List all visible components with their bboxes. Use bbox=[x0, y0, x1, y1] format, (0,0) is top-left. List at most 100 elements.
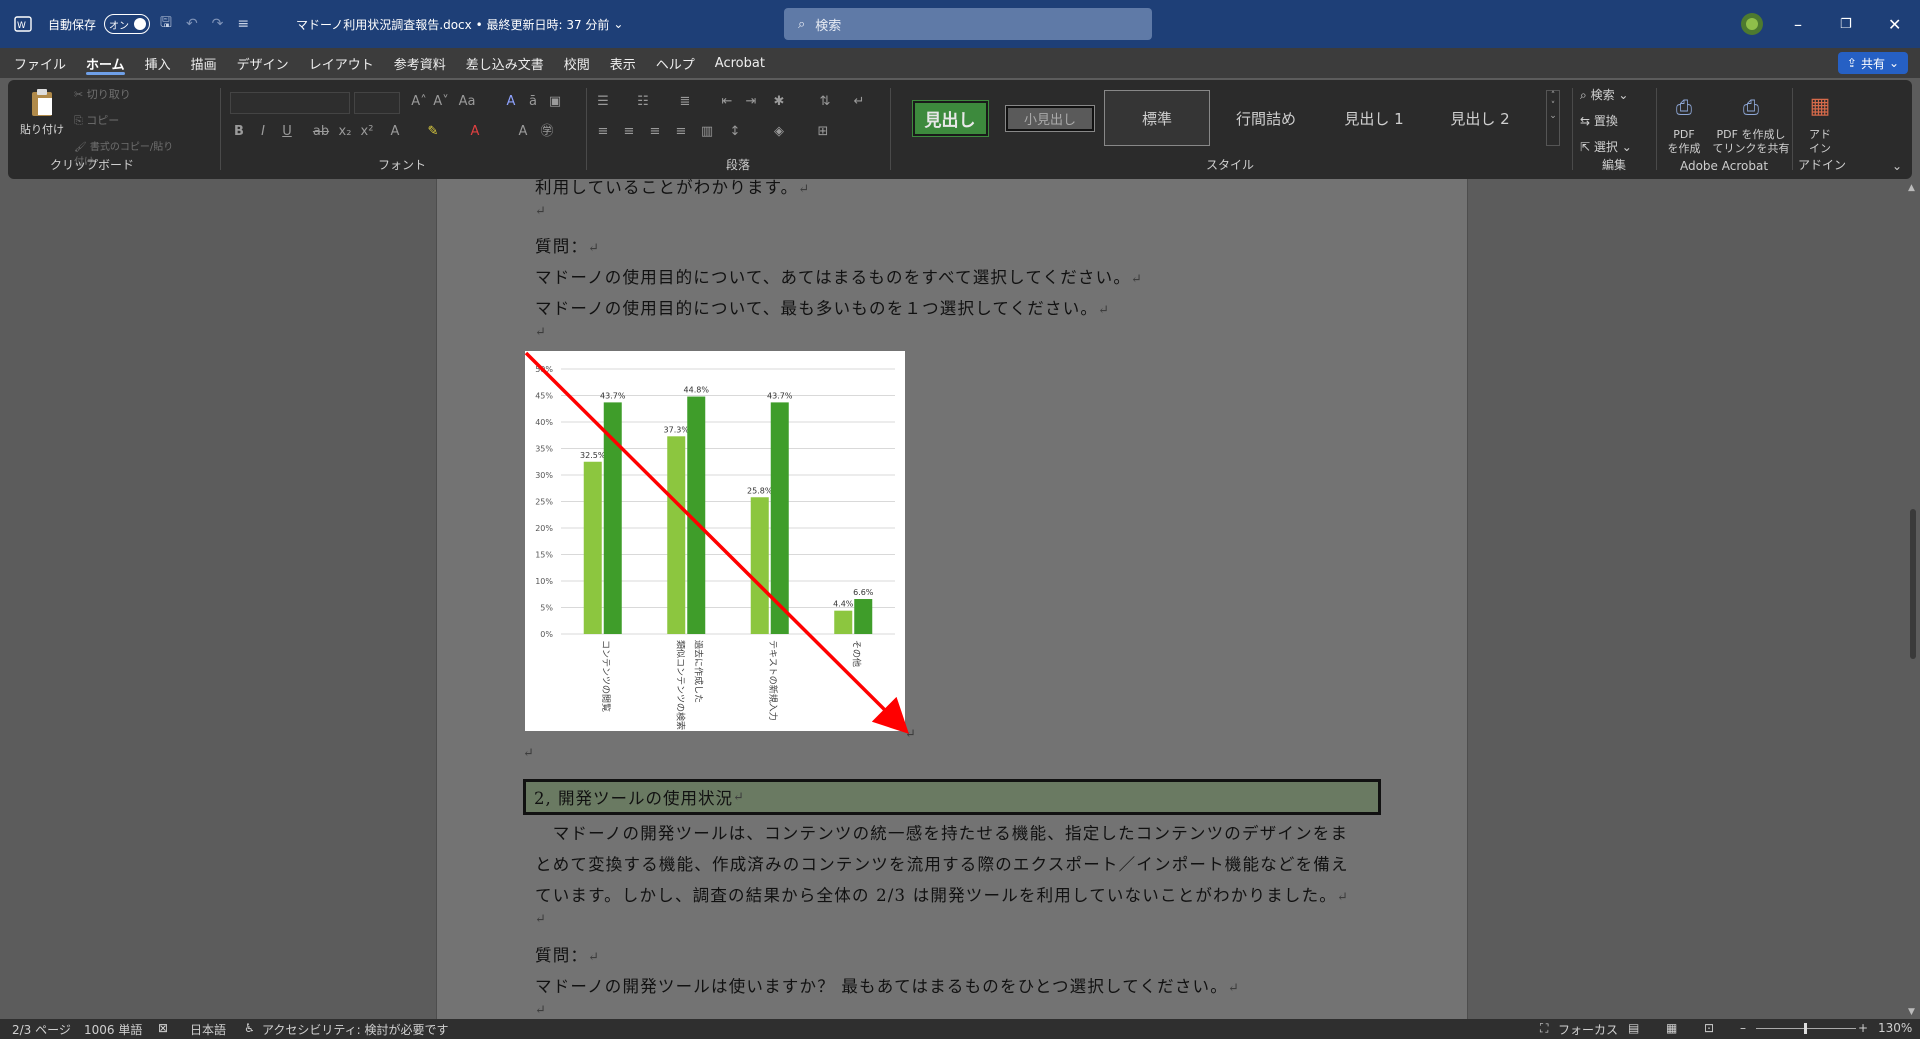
tab-help[interactable]: ヘルプ bbox=[656, 48, 695, 78]
highlight-icon[interactable]: ✎ bbox=[422, 122, 444, 142]
tab-acrobat[interactable]: Acrobat bbox=[715, 48, 765, 78]
scrollbar-thumb[interactable] bbox=[1910, 509, 1916, 659]
multilevel-list-icon[interactable]: ≣ bbox=[674, 92, 696, 112]
focus-mode[interactable]: フォーカス bbox=[1558, 1021, 1618, 1038]
style-normal[interactable]: 標準 bbox=[1104, 90, 1210, 146]
avatar[interactable] bbox=[1740, 0, 1764, 48]
tab-mailings[interactable]: 差し込み文書 bbox=[466, 48, 544, 78]
create-pdf-button[interactable]: ⎙ PDF を作成 bbox=[1660, 86, 1708, 156]
style-heading-2[interactable]: 見出し 2 bbox=[1430, 90, 1530, 146]
redo-icon[interactable]: ↷ bbox=[212, 16, 224, 32]
style-heading[interactable]: 見出し bbox=[904, 90, 996, 146]
text-effects-icon[interactable]: A bbox=[384, 122, 406, 142]
section-heading-2[interactable]: 2, 開発ツールの使用状況 ↵ bbox=[523, 779, 1381, 815]
justify-icon[interactable]: ≡ bbox=[670, 122, 692, 142]
bullets-icon[interactable]: ☰ bbox=[592, 92, 614, 112]
zoom-out-icon[interactable]: – bbox=[1740, 1021, 1746, 1035]
tab-draw[interactable]: 描画 bbox=[191, 48, 217, 78]
tab-insert[interactable]: 挿入 bbox=[145, 48, 171, 78]
proofing-icon[interactable]: ⊠ bbox=[158, 1021, 168, 1035]
vertical-scrollbar[interactable]: ▲ ▼ bbox=[1906, 179, 1920, 1019]
style-no-spacing[interactable]: 行間詰め bbox=[1214, 90, 1318, 146]
paste-button[interactable]: 貼り付け bbox=[20, 88, 64, 137]
zoom-level[interactable]: 130% bbox=[1878, 1021, 1912, 1035]
styles-scroll[interactable]: ˄ ˅ ⌄ bbox=[1546, 90, 1560, 146]
restore-icon[interactable]: ❐ bbox=[1840, 0, 1852, 48]
zoom-in-icon[interactable]: + bbox=[1858, 1021, 1868, 1035]
enclose-characters-icon[interactable]: ㊫ bbox=[536, 122, 558, 142]
shrink-font-icon[interactable]: A˅ bbox=[430, 92, 452, 112]
strikethrough-icon[interactable]: ab bbox=[310, 122, 332, 142]
increase-indent-icon[interactable]: ⇥ bbox=[740, 92, 762, 112]
grow-font-icon[interactable]: A˄ bbox=[408, 92, 430, 112]
phonetic-guide-icon[interactable]: ā bbox=[522, 92, 544, 112]
cut-button[interactable]: ✂ 切り取り bbox=[74, 86, 131, 102]
autosave-toggle[interactable]: オン bbox=[104, 14, 151, 34]
chevron-down-icon: ⌄ bbox=[1889, 56, 1900, 70]
print-layout-icon[interactable]: ▦ bbox=[1666, 1021, 1677, 1035]
clear-formatting-icon[interactable]: A bbox=[500, 92, 522, 112]
share-pdf-button[interactable]: ⎙ PDF を作成し てリンクを共有 bbox=[1712, 86, 1790, 156]
select-button[interactable]: ⇱ 選択 ⌄ bbox=[1580, 138, 1632, 155]
show-marks-icon[interactable]: ↵ bbox=[848, 92, 870, 112]
customize-qat-icon[interactable]: ≡ bbox=[237, 16, 249, 32]
save-icon[interactable]: 🖫 bbox=[160, 12, 172, 36]
accessibility-status[interactable]: アクセシビリティ: 検討が必要です bbox=[262, 1021, 449, 1038]
numbering-icon[interactable]: ☷ bbox=[632, 92, 654, 112]
tab-file[interactable]: ファイル bbox=[14, 48, 66, 78]
tab-design[interactable]: デザイン bbox=[237, 48, 289, 78]
language[interactable]: 日本語 bbox=[190, 1021, 226, 1038]
word-count[interactable]: 1006 単語 bbox=[84, 1021, 142, 1038]
borders-icon[interactable]: ⊞ bbox=[812, 122, 834, 142]
change-case-icon[interactable]: Aa bbox=[456, 92, 478, 112]
line-spacing-icon[interactable]: ↕ bbox=[724, 122, 746, 142]
copy-label: コピー bbox=[86, 114, 120, 127]
close-icon[interactable]: ✕ bbox=[1888, 0, 1901, 48]
character-shading-icon[interactable]: A bbox=[512, 122, 534, 142]
italic-icon[interactable]: I bbox=[252, 122, 274, 142]
bold-icon[interactable]: B bbox=[228, 122, 250, 142]
underline-icon[interactable]: U bbox=[276, 122, 298, 142]
tab-layout[interactable]: レイアウト bbox=[309, 48, 374, 78]
tab-view[interactable]: 表示 bbox=[610, 48, 636, 78]
search-box[interactable]: ⌕ 検索 bbox=[784, 8, 1152, 40]
asian-layout-icon[interactable]: ✱ bbox=[768, 92, 790, 112]
align-left-icon[interactable]: ≡ bbox=[592, 122, 614, 142]
find-button[interactable]: ⌕ 検索 ⌄ bbox=[1580, 86, 1628, 103]
ribbon-collapse-icon[interactable]: ⌄ bbox=[1892, 159, 1902, 173]
minimize-icon[interactable]: – bbox=[1794, 0, 1802, 48]
align-right-icon[interactable]: ≡ bbox=[644, 122, 666, 142]
font-name-select[interactable] bbox=[230, 92, 350, 114]
status-bar: 2/3 ページ 1006 単語 ⊠ 日本語 ♿ アクセシビリティ: 検討が必要で… bbox=[0, 1019, 1920, 1039]
font-size-select[interactable] bbox=[354, 92, 400, 114]
zoom-slider-thumb[interactable] bbox=[1804, 1023, 1807, 1034]
page-count[interactable]: 2/3 ページ bbox=[12, 1021, 71, 1038]
addin-button[interactable]: ▦ アド イン bbox=[1798, 86, 1842, 156]
subscript-icon[interactable]: x₂ bbox=[334, 122, 356, 142]
tab-review[interactable]: 校閲 bbox=[564, 48, 590, 78]
scroll-up-icon[interactable]: ▲ bbox=[1908, 183, 1915, 193]
scroll-down-icon[interactable]: ▼ bbox=[1908, 1007, 1915, 1017]
share-button[interactable]: ⇪ 共有 ⌄ bbox=[1838, 52, 1908, 74]
sort-icon[interactable]: ⇅ bbox=[814, 92, 836, 112]
align-center-icon[interactable]: ≡ bbox=[618, 122, 640, 142]
character-border-icon[interactable]: ▣ bbox=[544, 92, 566, 112]
superscript-icon[interactable]: x² bbox=[356, 122, 378, 142]
styles-group: 見出し 小見出し 標準 行間詰め 見出し 1 見出し 2 ˄ ˅ ⌄ スタイル bbox=[892, 80, 1568, 179]
read-mode-icon[interactable]: ▤ bbox=[1628, 1021, 1639, 1035]
copy-button[interactable]: ⎘ コピー bbox=[74, 112, 119, 128]
shading-icon[interactable]: ◈ bbox=[768, 122, 790, 142]
tab-references[interactable]: 参考資料 bbox=[394, 48, 446, 78]
decrease-indent-icon[interactable]: ⇤ bbox=[716, 92, 738, 112]
web-layout-icon[interactable]: ⊡ bbox=[1704, 1021, 1714, 1035]
word-app-icon[interactable]: W bbox=[14, 0, 32, 48]
paragraph-group: ☰ ☷ ≣ ⇤ ⇥ ✱ ⇅ ↵ ≡ ≡ ≡ ≡ ▥ ↕ ◈ ⊞ 段落 bbox=[588, 80, 888, 179]
undo-icon[interactable]: ↶ bbox=[186, 16, 198, 32]
style-heading-1[interactable]: 見出し 1 bbox=[1322, 90, 1426, 146]
distributed-icon[interactable]: ▥ bbox=[696, 122, 718, 142]
tab-home[interactable]: ホーム bbox=[86, 48, 125, 78]
style-subheading[interactable]: 小見出し bbox=[1000, 90, 1100, 146]
font-color-icon[interactable]: A bbox=[464, 122, 486, 142]
document-title[interactable]: マドーノ利用状況調査報告.docx • 最終更新日時: 37 分前 bbox=[296, 16, 609, 33]
replace-button[interactable]: ⇆ 置換 bbox=[1580, 112, 1618, 129]
